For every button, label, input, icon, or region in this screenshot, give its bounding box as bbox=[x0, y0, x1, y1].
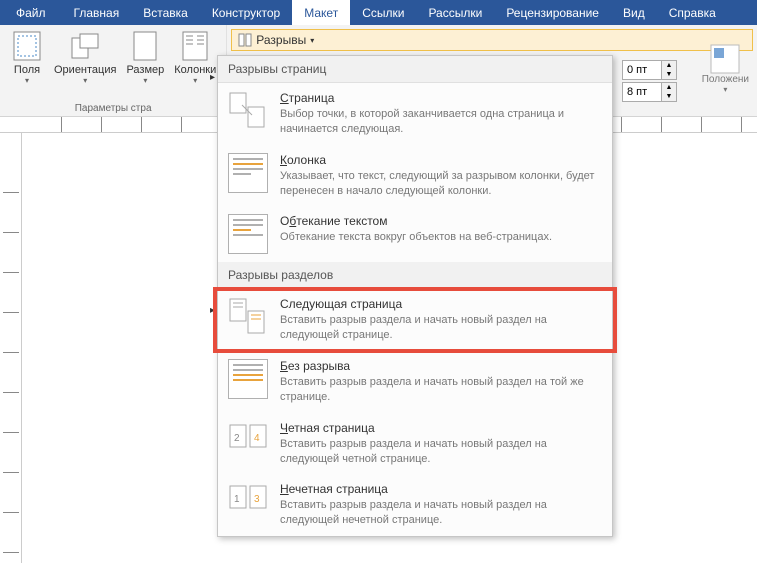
orientation-icon bbox=[69, 30, 101, 62]
menu-item-oddpage[interactable]: 13 Нечетная страница Вставить разрыв раз… bbox=[218, 474, 612, 536]
menu-item-title: Четная страница bbox=[280, 421, 602, 435]
spinner-up-icon[interactable]: ▲ bbox=[662, 83, 676, 92]
tab-help[interactable]: Справка bbox=[657, 0, 728, 25]
menu-item-desc: Обтекание текста вокруг объектов на веб-… bbox=[280, 230, 602, 245]
tab-design[interactable]: Конструктор bbox=[200, 0, 292, 25]
menu-item-desc: Выбор точки, в которой заканчивается одн… bbox=[280, 107, 602, 137]
tab-layout[interactable]: Макет bbox=[292, 0, 350, 25]
chevron-down-icon: ▾ bbox=[723, 85, 727, 94]
page-setup-label: Параметры стра bbox=[6, 103, 220, 116]
nextpage-break-icon bbox=[228, 297, 268, 337]
svg-text:3: 3 bbox=[254, 494, 260, 505]
size-button[interactable]: Размер ▾ bbox=[122, 28, 168, 103]
section-breaks-header: Разрывы разделов bbox=[218, 262, 612, 289]
menu-item-title: Следующая страница bbox=[280, 297, 602, 311]
spacing-before-input[interactable]: 0 пт ▲▼ bbox=[622, 60, 677, 80]
tab-file[interactable]: Файл bbox=[0, 0, 62, 25]
menu-item-title: Колонка bbox=[280, 153, 602, 167]
position-button[interactable]: Положени ▾ bbox=[698, 40, 753, 98]
chevron-down-icon: ▾ bbox=[143, 76, 147, 85]
orientation-button[interactable]: Ориентация ▾ bbox=[50, 28, 120, 103]
oddpage-break-icon: 13 bbox=[228, 482, 268, 522]
tab-mailings[interactable]: Рассылки bbox=[416, 0, 494, 25]
menu-item-desc: Вставить разрыв раздела и начать новый р… bbox=[280, 437, 602, 467]
tab-references[interactable]: Ссылки bbox=[350, 0, 416, 25]
page-break-icon bbox=[228, 91, 268, 131]
menu-item-desc: Вставить разрыв раздела и начать новый р… bbox=[280, 498, 602, 528]
columns-button[interactable]: Колонки ▾ bbox=[170, 28, 220, 103]
evenpage-break-icon: 24 bbox=[228, 421, 268, 461]
chevron-down-icon: ▾ bbox=[25, 76, 29, 85]
size-icon bbox=[129, 30, 161, 62]
margins-icon bbox=[11, 30, 43, 62]
page-breaks-header: Разрывы страниц bbox=[218, 56, 612, 83]
menu-item-evenpage[interactable]: 24 Четная страница Вставить разрыв разде… bbox=[218, 413, 612, 475]
column-break-icon bbox=[228, 153, 268, 193]
spinner-down-icon[interactable]: ▼ bbox=[662, 92, 676, 101]
chevron-down-icon: ▾ bbox=[193, 76, 197, 85]
tab-home[interactable]: Главная bbox=[62, 0, 132, 25]
arrow-right-icon: ▸ bbox=[210, 72, 215, 83]
breaks-icon bbox=[238, 33, 252, 47]
tab-review[interactable]: Рецензирование bbox=[494, 0, 611, 25]
vertical-ruler[interactable] bbox=[0, 133, 22, 563]
menu-item-page[interactable]: ▸ Страница Выбор точки, в которой заканч… bbox=[218, 83, 612, 145]
breaks-button[interactable]: Разрывы ▾ bbox=[231, 29, 753, 51]
textwrap-break-icon bbox=[228, 214, 268, 254]
menu-item-textwrap[interactable]: Обтекание текстом Обтекание текста вокру… bbox=[218, 206, 612, 262]
spinner-down-icon[interactable]: ▼ bbox=[662, 70, 676, 79]
ribbon-tabs: Файл Главная Вставка Конструктор Макет С… bbox=[0, 0, 757, 25]
continuous-break-icon bbox=[228, 359, 268, 399]
menu-item-column[interactable]: Колонка Указывает, что текст, следующий … bbox=[218, 145, 612, 207]
menu-item-title: Без разрыва bbox=[280, 359, 602, 373]
spinner-up-icon[interactable]: ▲ bbox=[662, 61, 676, 70]
position-icon bbox=[710, 44, 740, 74]
menu-item-desc: Вставить разрыв раздела и начать новый р… bbox=[280, 375, 602, 405]
tab-view[interactable]: Вид bbox=[611, 0, 657, 25]
spacing-after-input[interactable]: 8 пт ▲▼ bbox=[622, 82, 677, 102]
menu-item-continuous[interactable]: Без разрыва Вставить разрыв раздела и на… bbox=[218, 351, 612, 413]
spacing-spinners: 0 пт ▲▼ 8 пт ▲▼ bbox=[622, 60, 677, 104]
chevron-down-icon: ▾ bbox=[310, 36, 314, 45]
columns-icon bbox=[179, 30, 211, 62]
svg-text:2: 2 bbox=[234, 433, 240, 444]
menu-item-title: Обтекание текстом bbox=[280, 214, 602, 228]
menu-item-title: Нечетная страница bbox=[280, 482, 602, 496]
arrow-right-icon: ▸ bbox=[210, 305, 215, 316]
menu-item-title: Страница bbox=[280, 91, 602, 105]
menu-item-desc: Указывает, что текст, следующий за разры… bbox=[280, 169, 602, 199]
svg-text:4: 4 bbox=[254, 433, 260, 444]
chevron-down-icon: ▾ bbox=[83, 76, 87, 85]
menu-item-nextpage[interactable]: ▸ Следующая страница Вставить разрыв раз… bbox=[218, 289, 612, 351]
margins-button[interactable]: Поля ▾ bbox=[6, 28, 48, 103]
breaks-dropdown: Разрывы страниц ▸ Страница Выбор точки, … bbox=[217, 55, 613, 537]
svg-text:1: 1 bbox=[234, 494, 240, 505]
tab-insert[interactable]: Вставка bbox=[131, 0, 200, 25]
menu-item-desc: Вставить разрыв раздела и начать новый р… bbox=[280, 313, 602, 343]
